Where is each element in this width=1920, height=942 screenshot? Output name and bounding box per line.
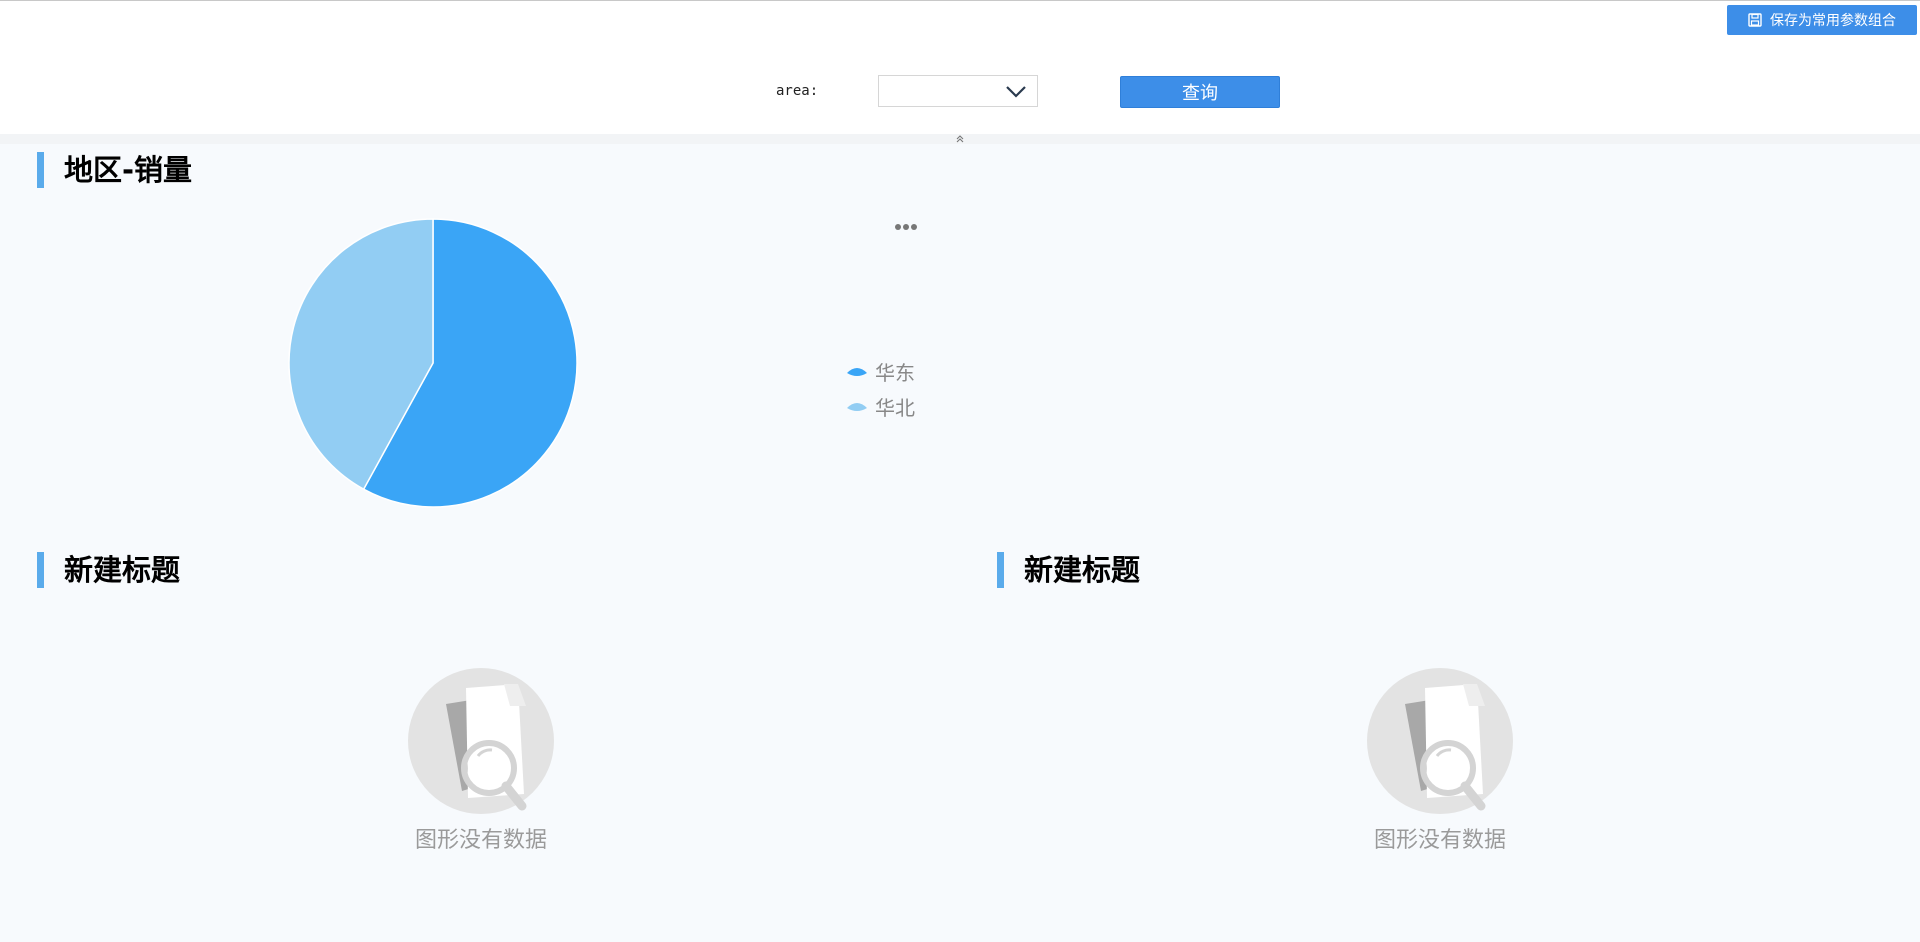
chevron-down-icon: [1006, 86, 1026, 98]
legend-marker-icon: [847, 402, 867, 411]
section-header-new-title-right: 新建标题: [997, 552, 1397, 588]
empty-state-text: 图形没有数据: [414, 828, 547, 853]
filter-bar: 保存为常用参数组合 area: 查询: [0, 0, 1920, 134]
section-title: 地区-销量: [64, 153, 193, 187]
chart-legend: 华东 华北: [845, 354, 915, 424]
empty-state-text: 图形没有数据: [1373, 828, 1506, 853]
no-data-illustration-icon: [408, 668, 554, 814]
empty-state-right: 图形没有数据: [1345, 666, 1535, 854]
section-title: 新建标题: [64, 553, 181, 587]
section-title: 新建标题: [1024, 553, 1141, 587]
legend-item-1[interactable]: 华东: [845, 354, 915, 389]
section-accent-bar: [997, 552, 1004, 588]
section-header-area-sales: 地区-销量: [37, 152, 437, 188]
collapse-up-icon[interactable]: [953, 134, 967, 144]
more-options-icon[interactable]: [893, 222, 921, 232]
area-filter-label: area:: [776, 83, 819, 99]
section-accent-bar: [37, 152, 44, 188]
empty-state-left: 图形没有数据: [386, 666, 576, 854]
pie-chart: [288, 218, 578, 508]
legend-label: 华北: [875, 396, 915, 420]
save-params-label: 保存为常用参数组合: [1770, 13, 1896, 29]
dashboard-page: 保存为常用参数组合 area: 查询 地区-销量 华东 华北 新建标题 图形没有…: [0, 0, 1920, 942]
legend-item-2[interactable]: 华北: [845, 389, 915, 424]
legend-marker-icon: [847, 367, 867, 376]
legend-label: 华东: [875, 361, 915, 385]
section-header-new-title-left: 新建标题: [37, 552, 437, 588]
area-select[interactable]: [878, 75, 1038, 107]
save-params-button[interactable]: 保存为常用参数组合: [1727, 5, 1917, 35]
section-accent-bar: [37, 552, 44, 588]
save-icon: [1748, 13, 1762, 27]
no-data-illustration-icon: [1367, 668, 1513, 814]
query-button[interactable]: 查询: [1120, 76, 1280, 108]
